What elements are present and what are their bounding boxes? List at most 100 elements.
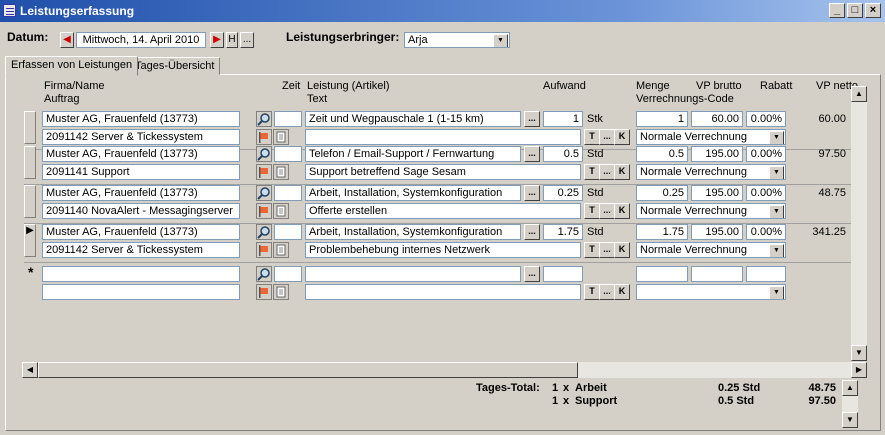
prev-date-button[interactable]: ◀ (60, 32, 74, 48)
next-date-button[interactable]: ▶ (210, 32, 224, 48)
auftrag-field[interactable]: 2091141 Support (42, 164, 240, 180)
vp-brutto-field[interactable]: 195.00 (691, 146, 743, 162)
rabatt-field[interactable]: 0.00% (746, 224, 786, 240)
firma-field[interactable]: Muster AG, Frauenfeld (13773) (42, 185, 240, 201)
flag-icon[interactable] (256, 164, 272, 180)
menge-field[interactable]: 1 (636, 111, 688, 127)
vp-brutto-field[interactable]: 195.00 (691, 185, 743, 201)
new-leistung-lookup-button[interactable]: ... (524, 266, 540, 282)
text-k-button[interactable]: K (614, 203, 630, 219)
text-field[interactable] (305, 129, 581, 145)
leistung-field[interactable]: Arbeit, Installation, Systemkonfiguratio… (305, 224, 521, 240)
leistung-lookup-button[interactable]: ... (524, 146, 540, 162)
leistung-field[interactable]: Arbeit, Installation, Systemkonfiguratio… (305, 185, 521, 201)
zeit-field[interactable] (274, 146, 302, 162)
firma-field[interactable]: Muster AG, Frauenfeld (13773) (42, 146, 240, 162)
new-vp-brutto-field[interactable] (691, 266, 743, 282)
close-button[interactable]: × (865, 3, 881, 18)
chevron-down-icon[interactable]: ▼ (493, 34, 508, 47)
tab-tages-uebersicht[interactable]: Tages-Übersicht (129, 57, 221, 75)
verrechnungs-code-select[interactable]: Normale Verrechnung ▼ (636, 242, 786, 258)
zeit-field[interactable] (274, 224, 302, 240)
erbringer-select[interactable]: Arja ▼ (404, 32, 510, 48)
leistung-field[interactable]: Telefon / Email-Support / Fernwartung (305, 146, 521, 162)
flag-icon[interactable] (256, 242, 272, 258)
menge-field[interactable]: 0.25 (636, 185, 688, 201)
note-icon[interactable] (273, 284, 289, 300)
minimize-button[interactable]: _ (829, 3, 845, 18)
text-k-button[interactable]: K (614, 164, 630, 180)
maximize-button[interactable]: □ (847, 3, 863, 18)
note-icon[interactable] (273, 164, 289, 180)
new-menge-field[interactable] (636, 266, 688, 282)
text-t-button[interactable]: T (584, 242, 600, 258)
menge-field[interactable]: 0.5 (636, 146, 688, 162)
row-selector[interactable] (24, 146, 36, 179)
flag-icon[interactable] (256, 129, 272, 145)
auftrag-field[interactable]: 2091142 Server & Tickessystem (42, 242, 240, 258)
search-icon[interactable] (256, 111, 272, 127)
tab-erfassen[interactable]: Erfassen von Leistungen (5, 56, 139, 76)
search-icon[interactable] (256, 185, 272, 201)
verrechnungs-code-select[interactable]: Normale Verrechnung ▼ (636, 164, 786, 180)
aufwand-field[interactable]: 0.25 (543, 185, 583, 201)
scroll-right-icon[interactable]: ▶ (851, 362, 867, 378)
new-rabatt-field[interactable] (746, 266, 786, 282)
zeit-field[interactable] (274, 185, 302, 201)
auftrag-field[interactable]: 2091140 NovaAlert - Messagingserver (42, 203, 240, 219)
search-icon[interactable] (256, 146, 272, 162)
new-aufwand-field[interactable] (543, 266, 583, 282)
chevron-down-icon[interactable]: ▼ (769, 205, 784, 218)
text-field[interactable]: Offerte erstellen (305, 203, 581, 219)
aufwand-field[interactable]: 0.5 (543, 146, 583, 162)
leistung-lookup-button[interactable]: ... (524, 224, 540, 240)
new-text-dots-button[interactable]: ... (599, 284, 615, 300)
text-field[interactable]: Problembehebung internes Netzwerk (305, 242, 581, 258)
verrechnungs-code-select[interactable]: Normale Verrechnung ▼ (636, 203, 786, 219)
scroll-left-icon[interactable]: ◀ (22, 362, 38, 378)
aufwand-field[interactable]: 1 (543, 111, 583, 127)
new-zeit-field[interactable] (274, 266, 302, 282)
search-icon[interactable] (256, 224, 272, 240)
new-auftrag-field[interactable] (42, 284, 240, 300)
scroll-up-icon[interactable]: ▲ (851, 86, 867, 102)
scroll-thumb[interactable] (38, 362, 578, 378)
chevron-down-icon[interactable]: ▼ (769, 244, 784, 257)
flag-icon[interactable] (256, 203, 272, 219)
text-k-button[interactable]: K (614, 242, 630, 258)
firma-field[interactable]: Muster AG, Frauenfeld (13773) (42, 224, 240, 240)
chevron-down-icon[interactable]: ▼ (769, 166, 784, 179)
vp-brutto-field[interactable]: 60.00 (691, 111, 743, 127)
zeit-field[interactable] (274, 111, 302, 127)
rabatt-field[interactable]: 0.00% (746, 146, 786, 162)
leistung-lookup-button[interactable]: ... (524, 111, 540, 127)
date-field[interactable]: Mittwoch, 14. April 2010 (76, 32, 206, 48)
leistung-field[interactable]: Zeit und Wegpauschale 1 (1-15 km) (305, 111, 521, 127)
totals-scrollbar[interactable]: ▲ ▼ (842, 380, 858, 428)
note-icon[interactable] (273, 129, 289, 145)
text-dots-button[interactable]: ... (599, 129, 615, 145)
menge-field[interactable]: 1.75 (636, 224, 688, 240)
note-icon[interactable] (273, 203, 289, 219)
leistung-lookup-button[interactable]: ... (524, 185, 540, 201)
row-selector[interactable] (24, 185, 36, 218)
new-text-k-button[interactable]: K (614, 284, 630, 300)
text-dots-button[interactable]: ... (599, 203, 615, 219)
text-field[interactable]: Support betreffend Sage Sesam (305, 164, 581, 180)
text-t-button[interactable]: T (584, 129, 600, 145)
rabatt-field[interactable]: 0.00% (746, 111, 786, 127)
text-t-button[interactable]: T (584, 203, 600, 219)
horizontal-scrollbar[interactable]: ◀ ▶ (22, 362, 867, 378)
new-leistung-field[interactable] (305, 266, 521, 282)
text-k-button[interactable]: K (614, 129, 630, 145)
totals-scroll-down-icon[interactable]: ▼ (842, 412, 858, 428)
firma-field[interactable]: Muster AG, Frauenfeld (13773) (42, 111, 240, 127)
new-text-field[interactable] (305, 284, 581, 300)
row-selector[interactable] (24, 111, 36, 144)
new-text-t-button[interactable]: T (584, 284, 600, 300)
auftrag-field[interactable]: 2091142 Server & Tickessystem (42, 129, 240, 145)
note-icon[interactable] (273, 242, 289, 258)
search-icon[interactable] (256, 266, 272, 282)
today-button[interactable]: H (226, 32, 238, 48)
vp-brutto-field[interactable]: 195.00 (691, 224, 743, 240)
